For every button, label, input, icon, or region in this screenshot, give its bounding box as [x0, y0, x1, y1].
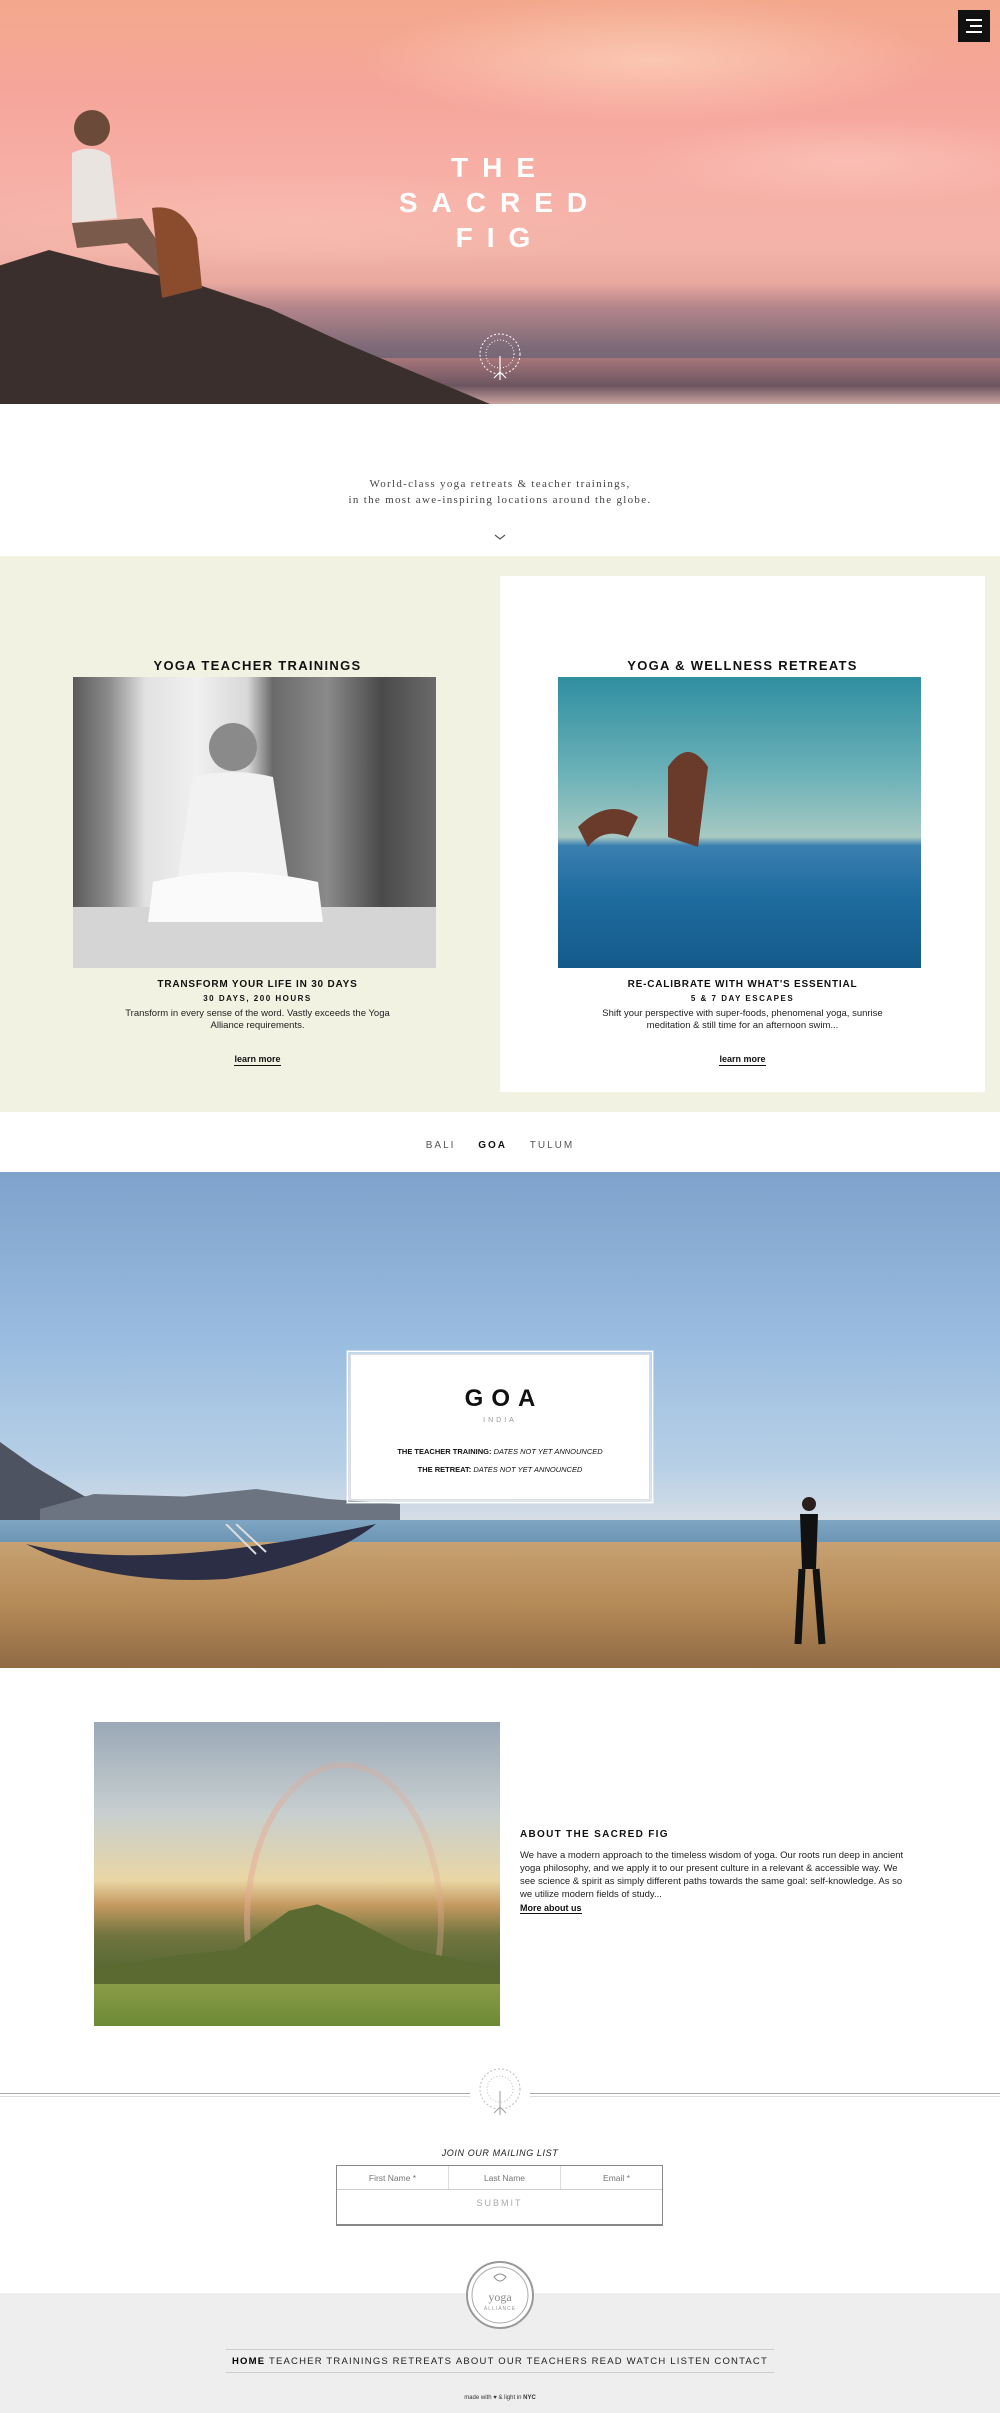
card-meta: 5 & 7 DAY ESCAPES: [690, 994, 795, 1003]
tree-logo-icon: [479, 333, 521, 380]
card-heading: YOGA & WELLNESS RETREATS: [627, 658, 858, 673]
card-meta: 30 DAYS, 200 HOURS: [203, 994, 312, 1003]
programs-section: YOGA TEACHER TRAININGS TRANSFORM YOUR LI…: [0, 556, 1000, 1112]
goa-title: GOA: [464, 1385, 544, 1412]
about-title: ABOUT THE SACRED FIG: [520, 1829, 669, 1840]
goa-training-value: DATES NOT YET ANNOUNCED: [493, 1447, 603, 1456]
retreats-card: YOGA & WELLNESS RETREATS RE-CALIBRATE WI…: [500, 576, 985, 1092]
hero-title-line: SACRED: [398, 187, 602, 218]
form-underline: [336, 2216, 663, 2226]
goa-info-card: GOA INDIA THE TEACHER TRAINING: DATES NO…: [347, 1351, 653, 1503]
teacher-photo: [73, 723, 436, 968]
card-subheading: RE-CALIBRATE WITH WHAT'S ESSENTIAL: [627, 979, 858, 990]
last-name-field[interactable]: [449, 2166, 561, 2189]
jumpers-photo: [578, 752, 708, 847]
goa-training-dates: THE TEACHER TRAINING: DATES NOT YET ANNO…: [351, 1447, 649, 1456]
card-heading: YOGA TEACHER TRAININGS: [153, 658, 362, 673]
nav-retreats[interactable]: RETREATS: [393, 2356, 453, 2367]
learn-more-label[interactable]: learn more: [719, 1054, 766, 1066]
goa-retreat-label: THE RETREAT:: [417, 1465, 472, 1474]
card-subheading: TRANSFORM YOUR LIFE IN 30 DAYS: [157, 979, 358, 990]
more-about-us-link[interactable]: More about us: [520, 1903, 582, 1914]
nav-read-watch-listen[interactable]: READ WATCH LISTEN: [592, 2356, 711, 2367]
mailing-list-fields: [337, 2166, 672, 2190]
made-with-prefix: made with: [464, 2395, 492, 2401]
email-field[interactable]: [561, 2166, 672, 2189]
goa-training-label: THE TEACHER TRAINING:: [397, 1447, 492, 1456]
goa-boat: [26, 1524, 376, 1580]
about-image: [94, 1722, 500, 2026]
hero-banner: THE SACRED FIG: [0, 0, 1000, 404]
nav-about[interactable]: ABOUT: [456, 2356, 495, 2367]
location-tabs: BALI GOA TULUM: [0, 1140, 1000, 1151]
mailing-list-title: JOIN OUR MAILING LIST: [441, 2148, 559, 2158]
submit-button[interactable]: SUBMIT: [337, 2190, 662, 2216]
footer-nav: HOME TEACHER TRAININGS RETREATS ABOUT OU…: [226, 2349, 774, 2373]
tagline-line-1: World-class yoga retreats & teacher trai…: [369, 478, 631, 490]
nav-our-teachers[interactable]: OUR TEACHERS: [498, 2356, 588, 2367]
retreats-image[interactable]: [558, 677, 921, 968]
tree-logo-icon: [470, 2063, 530, 2123]
tab-goa[interactable]: GOA: [478, 1140, 507, 1151]
yoga-alliance-logo-sub: ALLIANCE: [484, 2306, 516, 2312]
goa-retreat-value: DATES NOT YET ANNOUNCED: [473, 1465, 583, 1474]
card-description: Transform in every sense of the word. Va…: [125, 1008, 390, 1031]
made-with-city: NYC: [523, 2395, 536, 2401]
goa-location-banner: GOA INDIA THE TEACHER TRAINING: DATES NO…: [0, 1172, 1000, 1668]
chevron-down-icon[interactable]: [493, 532, 507, 542]
teacher-training-image[interactable]: [73, 677, 436, 968]
made-with-middle: & light in: [498, 2395, 522, 2401]
hero-title-line: THE: [451, 152, 549, 183]
mailing-list-form: SUBMIT: [336, 2165, 672, 2226]
made-with-credit: made with ♥ & light in NYC: [0, 2395, 1000, 2401]
tagline: World-class yoga retreats & teacher trai…: [0, 476, 1000, 508]
nav-contact[interactable]: CONTACT: [714, 2356, 768, 2367]
tab-bali[interactable]: BALI: [426, 1140, 456, 1151]
card-description: Shift your perspective with super-foods,…: [602, 1008, 883, 1031]
about-text: We have a modern approach to the timeles…: [520, 1850, 904, 1900]
goa-country: INDIA: [483, 1417, 517, 1424]
heart-icon: ♥: [493, 2395, 497, 2401]
yoga-alliance-logo-text: yoga: [488, 2290, 512, 2304]
goa-walker: [794, 1497, 826, 1645]
learn-more-label[interactable]: learn more: [234, 1054, 281, 1066]
yoga-alliance-emblem: yoga ALLIANCE: [471, 2266, 529, 2324]
hamburger-icon: [966, 19, 982, 21]
tagline-line-2: in the most awe-inspiring locations arou…: [348, 494, 652, 506]
teacher-training-card: YOGA TEACHER TRAININGS TRANSFORM YOUR LI…: [15, 576, 500, 1092]
hero-woman-silhouette: [72, 110, 202, 298]
about-field: [94, 1984, 500, 2026]
learn-more-link[interactable]: learn more: [15, 1054, 500, 1066]
hero-title: THE SACRED FIG: [380, 150, 620, 255]
learn-more-link[interactable]: learn more: [500, 1054, 985, 1066]
menu-button[interactable]: [958, 10, 990, 42]
nav-teacher-trainings[interactable]: TEACHER TRAININGS: [269, 2356, 389, 2367]
yoga-alliance-logo[interactable]: yoga ALLIANCE: [466, 2261, 534, 2329]
tab-tulum[interactable]: TULUM: [530, 1140, 574, 1151]
nav-home[interactable]: HOME: [232, 2356, 265, 2367]
first-name-field[interactable]: [337, 2166, 449, 2189]
hero-title-line: FIG: [455, 222, 545, 253]
goa-retreat-dates: THE RETREAT: DATES NOT YET ANNOUNCED: [351, 1465, 649, 1474]
